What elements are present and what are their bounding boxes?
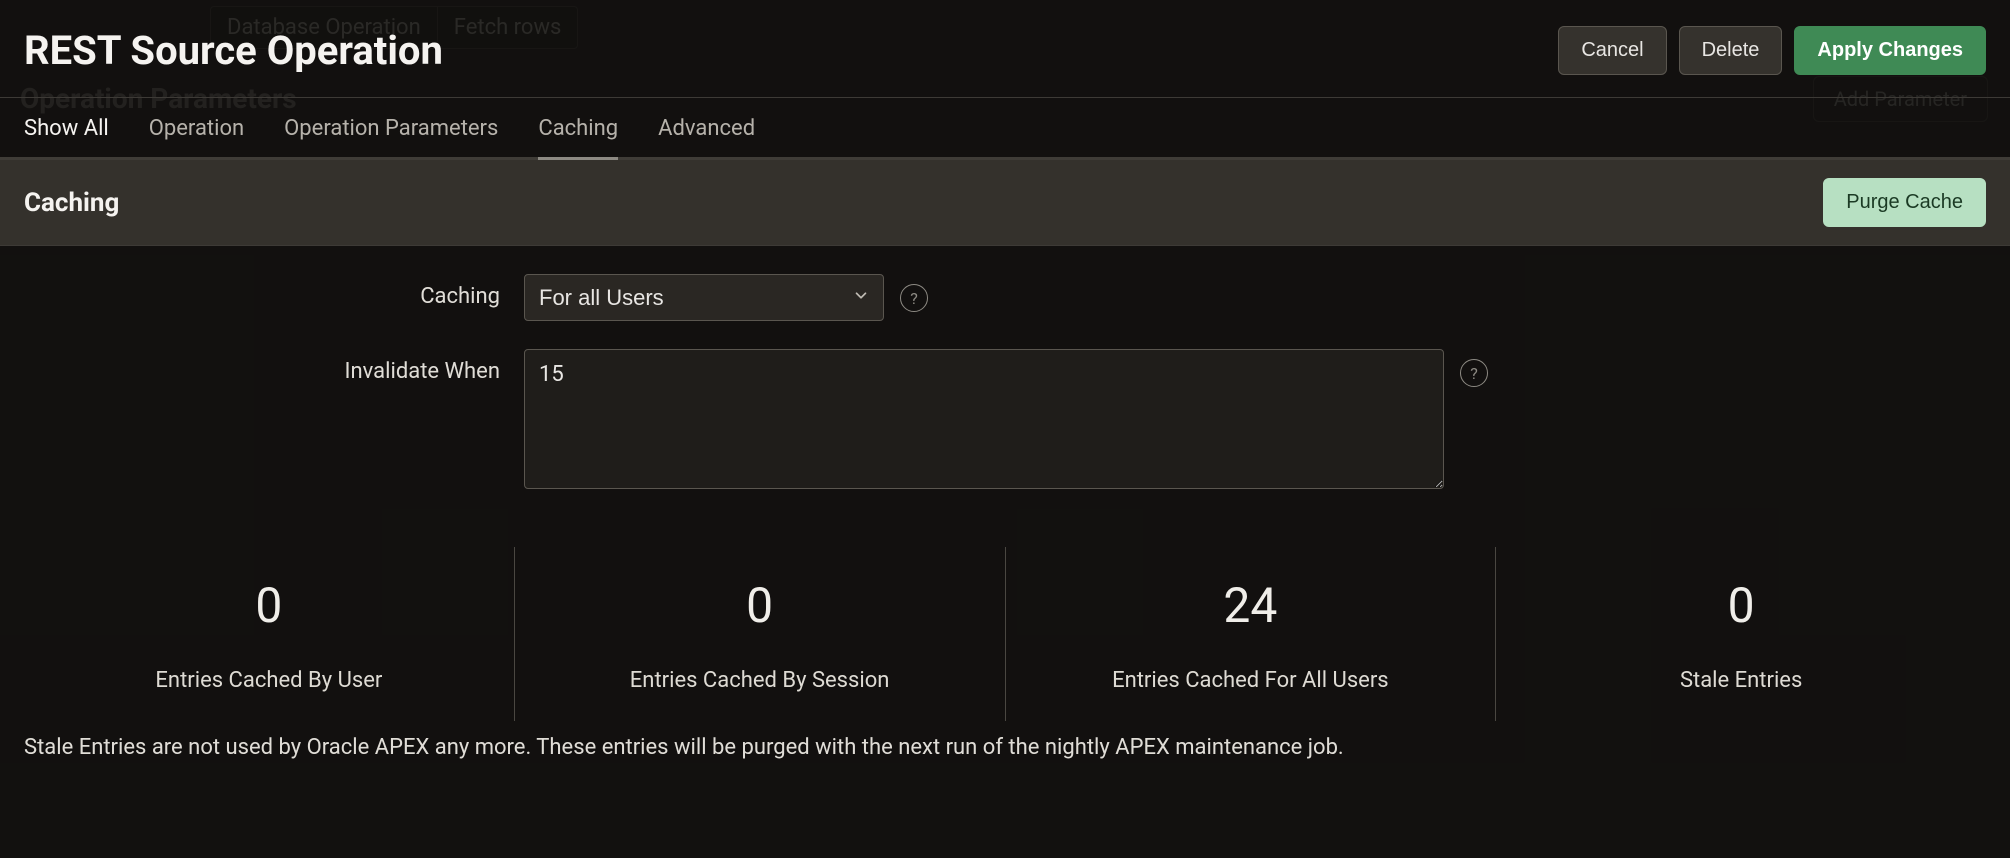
cancel-button[interactable]: Cancel bbox=[1558, 26, 1666, 75]
help-icon[interactable]: ? bbox=[1460, 359, 1488, 387]
stat-entries-by-session: 0 Entries Cached By Session bbox=[514, 547, 1005, 721]
caching-mode-row: Caching For all Users ? bbox=[24, 274, 1986, 321]
help-icon[interactable]: ? bbox=[900, 284, 928, 312]
tab-caching[interactable]: Caching bbox=[538, 98, 618, 157]
tab-operation[interactable]: Operation bbox=[149, 98, 244, 157]
stat-stale-entries: 0 Stale Entries bbox=[1495, 547, 1986, 721]
stat-label: Entries Cached For All Users bbox=[1016, 668, 1486, 693]
stale-entries-footnote: Stale Entries are not used by Oracle APE… bbox=[0, 721, 2010, 760]
invalidate-when-textarea[interactable] bbox=[524, 349, 1444, 489]
stat-entries-all-users: 24 Entries Cached For All Users bbox=[1005, 547, 1496, 721]
caching-section-header: Caching Purge Cache bbox=[0, 160, 2010, 246]
caching-section-title: Caching bbox=[24, 188, 119, 218]
stat-value: 0 bbox=[525, 577, 995, 634]
caching-mode-select[interactable]: For all Users bbox=[524, 274, 884, 321]
rest-source-operation-modal: REST Source Operation Cancel Delete Appl… bbox=[0, 0, 2010, 858]
page-title: REST Source Operation bbox=[24, 27, 443, 74]
delete-button[interactable]: Delete bbox=[1679, 26, 1783, 75]
apply-changes-button[interactable]: Apply Changes bbox=[1794, 26, 1986, 75]
tab-advanced[interactable]: Advanced bbox=[658, 98, 755, 157]
stat-entries-by-user: 0 Entries Cached By User bbox=[24, 547, 514, 721]
purge-cache-button[interactable]: Purge Cache bbox=[1823, 178, 1986, 227]
modal-header: REST Source Operation Cancel Delete Appl… bbox=[0, 0, 2010, 98]
stat-label: Entries Cached By User bbox=[34, 668, 504, 693]
tab-operation-parameters[interactable]: Operation Parameters bbox=[284, 98, 498, 157]
stat-value: 24 bbox=[1016, 577, 1486, 634]
stat-label: Stale Entries bbox=[1506, 668, 1976, 693]
tab-show-all[interactable]: Show All bbox=[24, 98, 109, 157]
stat-label: Entries Cached By Session bbox=[525, 668, 995, 693]
invalidate-when-label: Invalidate When bbox=[24, 349, 524, 384]
caching-mode-label: Caching bbox=[24, 274, 524, 309]
tab-bar: Show All Operation Operation Parameters … bbox=[0, 98, 2010, 160]
invalidate-when-row: Invalidate When ? bbox=[24, 349, 1986, 489]
caching-form: Caching For all Users ? Invalidate When … bbox=[0, 246, 2010, 527]
stat-value: 0 bbox=[34, 577, 504, 634]
stat-value: 0 bbox=[1506, 577, 1976, 634]
cache-stats-row: 0 Entries Cached By User 0 Entries Cache… bbox=[24, 547, 1986, 721]
header-button-group: Cancel Delete Apply Changes bbox=[1558, 26, 1986, 75]
